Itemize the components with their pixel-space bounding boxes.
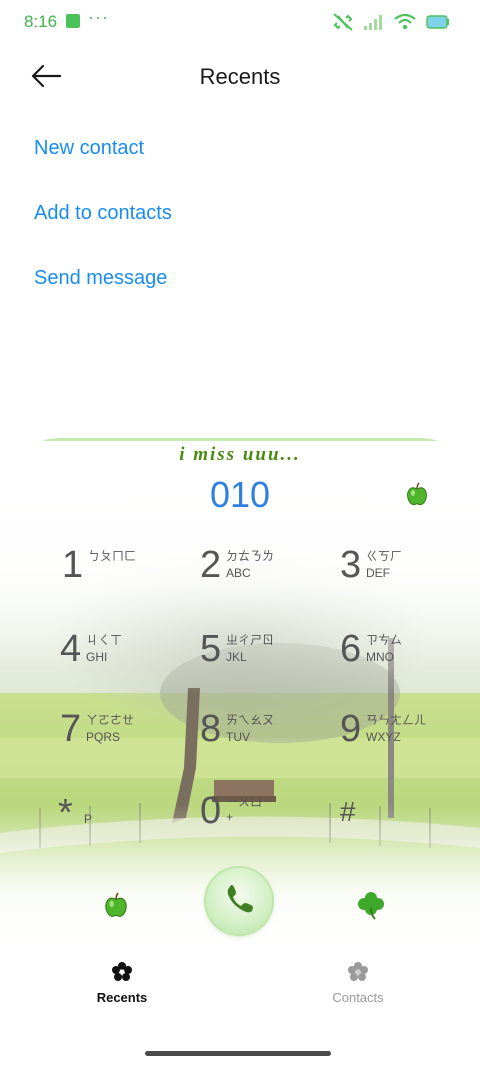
key-3[interactable]: 3 ㄍㄎㄏ DEF xyxy=(340,544,480,614)
key-6[interactable]: 6 ㄗㄘㄙ MNO xyxy=(340,628,480,698)
key-bopomofo: ㄐㄑㄒ xyxy=(86,633,123,647)
recents-flower-icon xyxy=(112,962,132,981)
page-title: Recents xyxy=(199,64,281,89)
key-digit: 0 xyxy=(200,790,222,832)
new-contact-link[interactable]: New contact xyxy=(34,137,144,160)
key-digit: 2 xyxy=(200,544,222,586)
app-header: Recents xyxy=(0,50,480,106)
key-hash[interactable]: # xyxy=(340,790,480,860)
key-letters: + xyxy=(226,810,234,824)
key-letters: MNO xyxy=(366,650,394,664)
key-digit: 4 xyxy=(60,628,82,670)
key-7[interactable]: 7 ㄚㄛㄜㄝ PQRS xyxy=(60,708,200,778)
key-letters: DEF xyxy=(366,566,390,580)
key-9[interactable]: 9 ㄢㄣㄤㄥㄦ WXYZ xyxy=(340,708,480,778)
apple-icon xyxy=(105,892,127,917)
key-0[interactable]: 0 一ㄨㄩ + xyxy=(200,790,340,860)
key-digit: * xyxy=(58,792,73,834)
phone-icon xyxy=(227,885,253,913)
key-digit: 8 xyxy=(200,708,222,750)
apple-button[interactable] xyxy=(404,482,430,513)
tab-recents[interactable]: Recents xyxy=(52,958,192,1010)
apple-icon xyxy=(407,482,427,506)
key-bopomofo: ㄚㄛㄜㄝ xyxy=(86,713,135,727)
key-8[interactable]: 8 ㄞㄟㄠㄡ TUV xyxy=(200,708,340,778)
key-bopomofo: ㄓㄔㄕㄖ xyxy=(226,633,275,647)
key-1[interactable]: 1 ㄅㄆㄇㄈ xyxy=(62,544,202,614)
key-bopomofo: ㄅㄆㄇㄈ xyxy=(88,549,137,563)
key-2[interactable]: 2 ㄉㄊㄋㄌ ABC xyxy=(200,544,340,614)
tab-recents-label: Recents xyxy=(96,990,148,1005)
key-digit: 3 xyxy=(340,544,362,586)
call-button[interactable] xyxy=(206,868,272,934)
send-message-link[interactable]: Send message xyxy=(34,267,167,290)
key-digit: 1 xyxy=(62,544,84,586)
add-to-contacts-link[interactable]: Add to contacts xyxy=(34,202,172,225)
key-digit: 6 xyxy=(340,628,362,670)
key-4[interactable]: 4 ㄐㄑㄒ GHI xyxy=(60,628,200,698)
key-letters: PQRS xyxy=(86,730,121,744)
bottom-tab-bar: Recents Contacts xyxy=(0,958,480,1010)
key-letters: JKL xyxy=(226,650,247,664)
contacts-flower-icon xyxy=(348,962,368,981)
notification-icon xyxy=(66,14,80,28)
status-time: 8:16 xyxy=(24,12,58,31)
status-bar: 8:16 ··· xyxy=(0,0,480,44)
tab-contacts[interactable]: Contacts xyxy=(288,958,428,1010)
key-bopomofo: ㄞㄟㄠㄡ xyxy=(226,713,275,727)
clover-button[interactable] xyxy=(356,890,386,925)
key-5[interactable]: 5 ㄓㄔㄕㄖ JKL xyxy=(200,628,340,698)
key-letters: ABC xyxy=(226,566,251,580)
tab-contacts-label: Contacts xyxy=(332,990,384,1005)
vibrate-off-icon xyxy=(333,13,353,31)
key-letters: GHI xyxy=(86,650,108,664)
apple-left-button[interactable] xyxy=(102,892,130,925)
key-digit: 7 xyxy=(60,708,82,750)
key-bopomofo: 一ㄨㄩ xyxy=(226,795,263,809)
key-letters: P xyxy=(84,812,93,826)
battery-icon xyxy=(426,15,449,29)
key-bopomofo: ㄢㄣㄤㄥㄦ xyxy=(366,713,427,727)
more-notifications-icon: ··· xyxy=(88,7,109,27)
key-bopomofo: ㄗㄘㄙ xyxy=(366,633,403,647)
key-letters: TUV xyxy=(226,730,250,744)
key-digit: 9 xyxy=(340,708,362,750)
key-star[interactable]: * P xyxy=(58,792,198,862)
wifi-icon xyxy=(394,14,416,30)
key-letters: WXYZ xyxy=(366,730,401,744)
signal-icon xyxy=(364,15,382,30)
clover-icon xyxy=(358,892,384,920)
bottom-actions xyxy=(0,868,480,938)
tagline: i miss uuu... xyxy=(179,444,301,465)
key-bopomofo: ㄍㄎㄏ xyxy=(366,549,403,563)
key-digit: 5 xyxy=(200,628,222,670)
key-bopomofo: ㄉㄊㄋㄌ xyxy=(226,549,275,563)
key-digit: # xyxy=(340,796,356,827)
home-indicator[interactable] xyxy=(145,1051,331,1056)
